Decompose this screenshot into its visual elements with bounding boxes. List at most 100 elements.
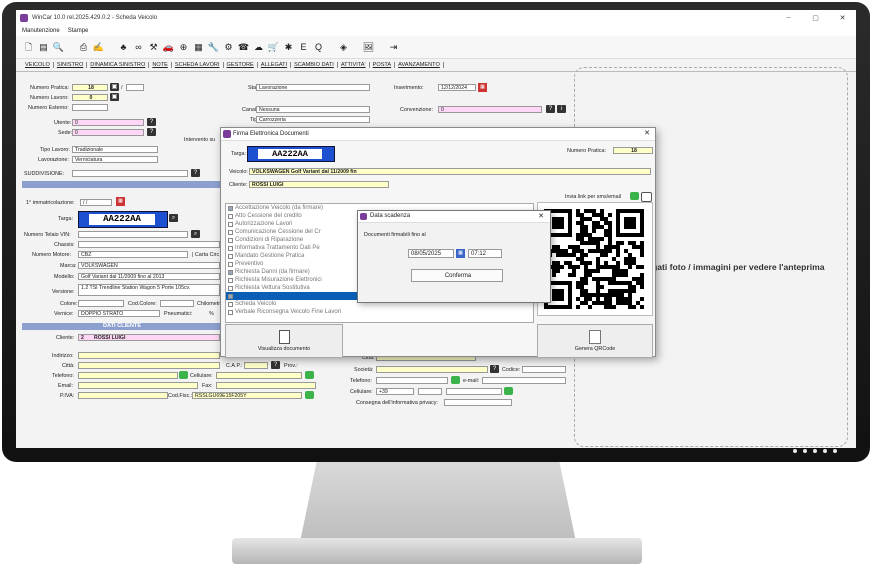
binoculars-icon[interactable]: ∞: [132, 41, 145, 54]
excel-icon[interactable]: E: [297, 41, 310, 54]
tipo-lavoro-select[interactable]: Tradizionale: [72, 146, 158, 153]
document-checkbox[interactable]: [228, 229, 233, 235]
document-checkbox[interactable]: [228, 253, 233, 259]
tab-allegati[interactable]: ALLEGATI: [258, 62, 292, 68]
dialog-close-button[interactable]: ✕: [644, 128, 650, 140]
document-checkbox[interactable]: [228, 205, 233, 211]
codice-field[interactable]: [522, 366, 566, 373]
tab-avanzamento[interactable]: AVANZAMENTO: [395, 62, 444, 68]
societa-field[interactable]: [376, 366, 488, 373]
document-checkbox[interactable]: [228, 285, 233, 291]
lock-icon[interactable]: ▣: [110, 83, 119, 91]
colore-field[interactable]: [78, 300, 124, 307]
scadenza-date-field[interactable]: 08/05/2025: [408, 249, 454, 258]
search-icon[interactable]: ⌕: [191, 230, 200, 238]
new-doc-icon[interactable]: 🗋: [22, 41, 35, 54]
calendar-icon[interactable]: ▦: [116, 197, 125, 206]
signature-icon[interactable]: ✍: [92, 41, 105, 54]
car-icon[interactable]: 🚗: [162, 41, 175, 54]
tab-note[interactable]: NOTE: [149, 62, 172, 68]
settings-icon[interactable]: ⚙: [222, 41, 235, 54]
tab-sinistro[interactable]: SINISTRO: [54, 62, 88, 68]
marca-field[interactable]: VOLKSWAGEN: [78, 262, 220, 269]
tab-dinamica-sinistro[interactable]: DINAMICA SINISTRO: [87, 62, 150, 68]
whatsapp-icon[interactable]: [451, 376, 460, 384]
cellulare2-field[interactable]: [446, 388, 502, 395]
document-checkbox[interactable]: [228, 261, 233, 267]
suddivisione-field[interactable]: [72, 170, 188, 177]
indirizzo-field[interactable]: [78, 352, 220, 359]
document-checkbox[interactable]: [228, 221, 233, 227]
versione-field[interactable]: 1.2 TSI Trendline Station Wagon 5 Porte …: [78, 284, 220, 296]
whatsapp-icon[interactable]: [179, 371, 188, 379]
canalizzazione-select[interactable]: Nessuna: [256, 106, 370, 113]
phone-icon[interactable]: ☎: [237, 41, 250, 54]
cloud-icon[interactable]: ☁: [252, 41, 265, 54]
utente-field[interactable]: 0: [72, 119, 144, 126]
cod-colore-field[interactable]: [160, 300, 194, 307]
numero-pratica-field[interactable]: 18: [72, 84, 108, 91]
menu-stampe[interactable]: Stampe: [68, 28, 89, 34]
motore-field[interactable]: CBZ: [78, 251, 188, 258]
numero-esterno-field[interactable]: [72, 104, 108, 111]
lock-icon[interactable]: ▣: [110, 93, 119, 101]
email-field[interactable]: [78, 382, 198, 389]
wrench-icon[interactable]: 🔧: [207, 41, 220, 54]
document-list-item[interactable]: Verbale Riconsegna Veicolo Fine Lavori: [226, 308, 533, 316]
inserimento-field[interactable]: 12/12/2024: [438, 84, 476, 91]
whatsapp-icon[interactable]: [305, 371, 314, 379]
document-checkbox[interactable]: [228, 237, 233, 243]
convenzione-field[interactable]: 0: [438, 106, 542, 113]
document-checkbox[interactable]: [228, 269, 233, 275]
help-icon[interactable]: ?: [546, 105, 555, 113]
picture-icon[interactable]: 🖼: [362, 41, 375, 54]
info-icon[interactable]: i: [557, 105, 566, 113]
prefisso-select[interactable]: +39: [376, 388, 414, 395]
modello-field[interactable]: Golf Variant dal 11/2009 fino al 2013: [78, 273, 220, 280]
calendar-icon[interactable]: ▦: [478, 83, 487, 92]
search-doc-icon[interactable]: 🔍: [52, 41, 65, 54]
targa-plate[interactable]: AA222AA: [78, 211, 168, 228]
sheet-icon[interactable]: ▦: [192, 41, 205, 54]
help-icon[interactable]: ?: [147, 118, 156, 126]
numero-lavoro-field[interactable]: 0: [72, 94, 108, 101]
edit-doc-icon[interactable]: ▤: [37, 41, 50, 54]
tab-scheda-lavori[interactable]: SCHEDA LAVORI: [172, 62, 224, 68]
document-checkbox[interactable]: [228, 301, 233, 307]
cod-fisc-field[interactable]: RSSLGU69E15F205Y: [192, 392, 302, 399]
tab-posta[interactable]: POSTA: [370, 62, 396, 68]
minimize-button[interactable]: –: [775, 14, 802, 22]
piva-field[interactable]: [78, 392, 168, 399]
subdialog-close-button[interactable]: ✕: [538, 211, 544, 222]
tab-veicolo[interactable]: VEICOLO: [22, 62, 54, 68]
cart-icon[interactable]: 🛒: [267, 41, 280, 54]
cellulare-field[interactable]: [216, 372, 302, 379]
document-checkbox[interactable]: [228, 277, 233, 283]
whatsapp-icon[interactable]: [630, 192, 639, 200]
telaio-field[interactable]: [78, 231, 188, 238]
fax-field[interactable]: [216, 382, 316, 389]
calendar-icon[interactable]: ▦: [456, 249, 465, 258]
maximize-button[interactable]: ▢: [802, 14, 829, 22]
document-checkbox[interactable]: [228, 293, 233, 299]
help-icon[interactable]: ?: [191, 169, 200, 177]
vernice-select[interactable]: DOPPIO STRATO: [78, 310, 160, 317]
citta-field[interactable]: [78, 362, 220, 369]
stato-pratica-select[interactable]: Lavorazione: [256, 84, 370, 91]
immatricolazione-field[interactable]: / /: [80, 199, 112, 206]
conferma-button[interactable]: Conferma: [411, 269, 503, 282]
tree-icon[interactable]: ♣: [117, 41, 130, 54]
menu-manutenzione[interactable]: Manutenzione: [22, 28, 60, 34]
lifebuoy-icon[interactable]: ⊕: [177, 41, 190, 54]
cap-field[interactable]: [244, 362, 268, 369]
email2-field[interactable]: [482, 377, 566, 384]
telefono2-field[interactable]: [376, 377, 448, 384]
help-icon[interactable]: ?: [147, 128, 156, 136]
q-icon[interactable]: Q: [312, 41, 325, 54]
lavorazione-select[interactable]: Verniciatura: [72, 156, 158, 163]
whatsapp-icon[interactable]: [504, 387, 513, 395]
document-checkbox[interactable]: [228, 213, 233, 219]
tab-attivita[interactable]: ATTIVITA': [338, 62, 370, 68]
print-icon[interactable]: ⎙: [77, 41, 90, 54]
help-icon[interactable]: ?: [271, 361, 280, 369]
